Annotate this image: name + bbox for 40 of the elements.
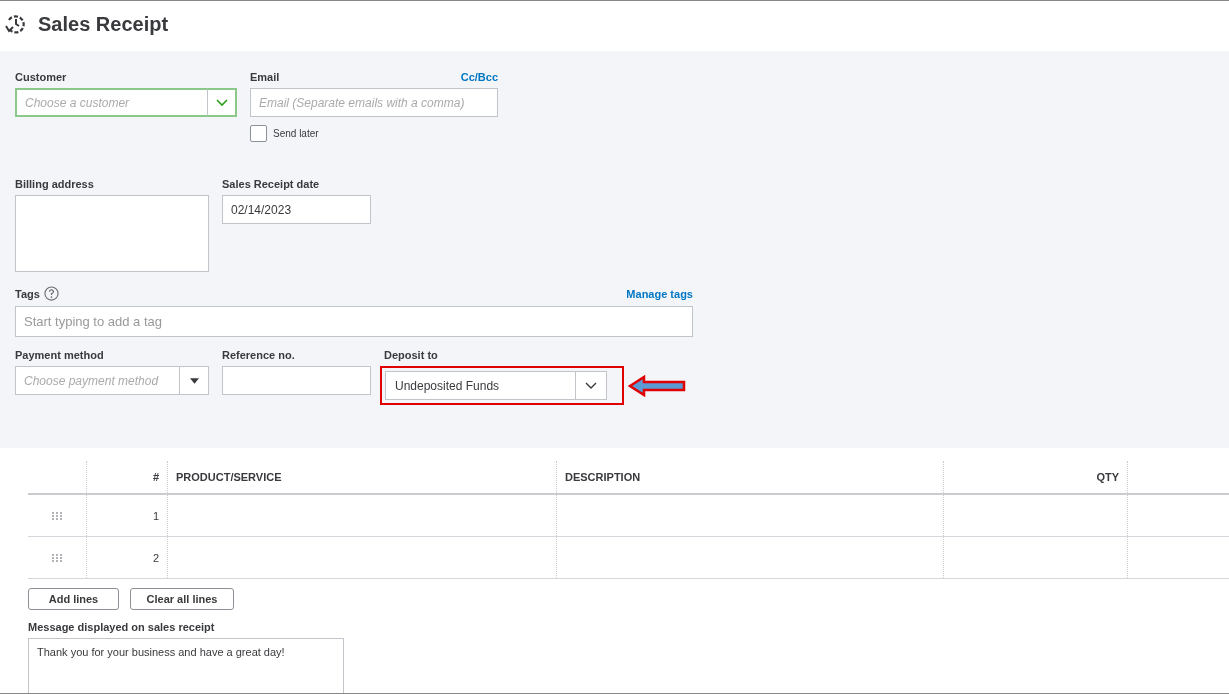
- reference-field[interactable]: [222, 366, 371, 395]
- line-number: 2: [152, 551, 159, 564]
- deposit-to-dropdown[interactable]: Undeposited Funds: [385, 371, 607, 400]
- dropdown-button[interactable]: [179, 366, 209, 395]
- date-field[interactable]: 02/14/2023: [222, 195, 371, 224]
- message-field[interactable]: Thank you for your business and have a great day!: [28, 638, 344, 693]
- field-label: Message displayed on sales receipt: [28, 621, 216, 633]
- billing-address-field[interactable]: [15, 195, 209, 272]
- customer-field[interactable]: Choose a customer: [15, 88, 207, 117]
- column-header: DESCRIPTION: [557, 461, 944, 493]
- field-label: Reference no.: [222, 349, 296, 361]
- payment-method-field[interactable]: Choose payment method: [15, 366, 179, 395]
- table-action-button[interactable]: Clear all lines: [130, 588, 234, 610]
- drag-handle-icon[interactable]: [52, 511, 62, 520]
- chevron-down-icon: [585, 381, 597, 390]
- field-label: Sales Receipt date: [222, 178, 321, 190]
- arrow-annotation-icon: [628, 375, 686, 397]
- field-label: Deposit to: [384, 349, 439, 361]
- line-number: 1: [152, 509, 159, 522]
- field-label: Billing address: [15, 178, 95, 190]
- column-header: #: [87, 461, 168, 493]
- column-header: QTY: [944, 461, 1128, 493]
- email-field[interactable]: Email (Separate emails with a comma): [250, 88, 498, 117]
- field-label: Tags: [15, 287, 40, 300]
- page-title: Sales Receipt: [38, 12, 169, 36]
- manage-tags-link[interactable]: Manage tags: [626, 287, 693, 300]
- checkbox-label: Send later: [273, 128, 319, 139]
- drag-handle-icon[interactable]: [52, 553, 62, 562]
- field-label: Customer: [15, 71, 68, 83]
- caret-down-icon: [189, 377, 199, 384]
- help-icon[interactable]: [43, 286, 59, 301]
- field-label: Payment method: [15, 349, 105, 361]
- tags-field[interactable]: Start typing to add a tag: [15, 306, 693, 337]
- column-header: PRODUCT/SERVICE: [168, 461, 557, 493]
- send-later-checkbox[interactable]: [250, 125, 267, 142]
- chevron-down-icon: [215, 98, 228, 107]
- history-icon: [4, 12, 28, 36]
- field-label: Email: [250, 71, 280, 83]
- table-action-button[interactable]: Add lines: [28, 588, 119, 610]
- cc-bcc-link[interactable]: Cc/Bcc: [460, 71, 498, 83]
